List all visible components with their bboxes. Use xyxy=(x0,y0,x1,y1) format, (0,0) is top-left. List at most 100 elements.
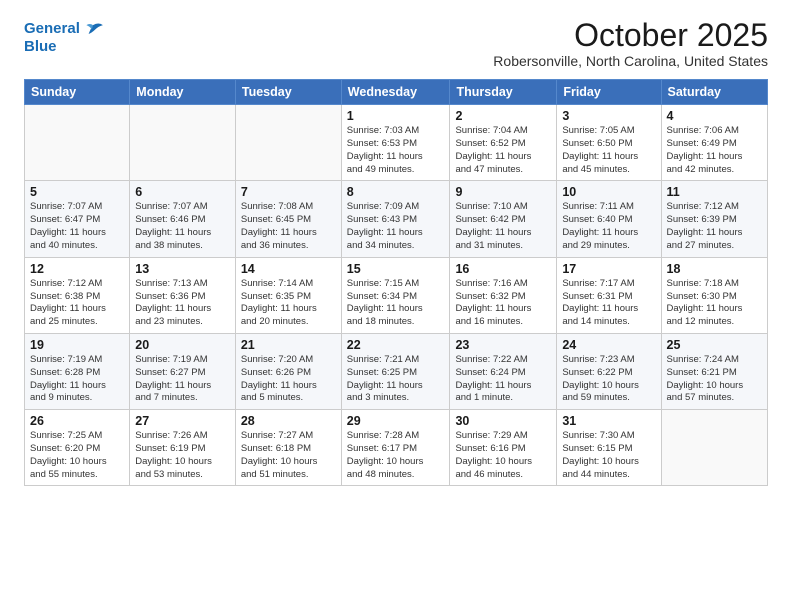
day-number: 25 xyxy=(667,338,762,352)
calendar-cell: 14 Sunrise: 7:14 AM Sunset: 6:35 PM Dayli… xyxy=(235,257,341,333)
day-info: Sunrise: 7:16 AM Sunset: 6:32 PM Dayligh… xyxy=(455,278,551,329)
day-info: Sunrise: 7:12 AM Sunset: 6:38 PM Dayligh… xyxy=(30,278,124,329)
day-number: 21 xyxy=(241,338,336,352)
calendar-week-row: 12 Sunrise: 7:12 AM Sunset: 6:38 PM Dayli… xyxy=(25,257,768,333)
calendar-cell: 5Sunrise: 7:07 AM Sunset: 6:47 PM Daylig… xyxy=(25,181,130,257)
calendar-subtitle: Robersonville, North Carolina, United St… xyxy=(493,53,768,69)
day-number: 19 xyxy=(30,338,124,352)
calendar-cell: 6 Sunrise: 7:07 AM Sunset: 6:46 PM Daylig… xyxy=(130,181,236,257)
day-info: Sunrise: 7:25 AM Sunset: 6:20 PM Dayligh… xyxy=(30,430,124,481)
day-number: 30 xyxy=(455,414,551,428)
day-number: 22 xyxy=(347,338,445,352)
logo: General Blue xyxy=(24,18,104,55)
day-number: 14 xyxy=(241,262,336,276)
calendar-cell: 7 Sunrise: 7:08 AM Sunset: 6:45 PM Daylig… xyxy=(235,181,341,257)
day-number: 28 xyxy=(241,414,336,428)
calendar-cell: 27 Sunrise: 7:26 AM Sunset: 6:19 PM Dayli… xyxy=(130,410,236,486)
day-number: 3 xyxy=(562,109,655,123)
day-info: Sunrise: 7:19 AM Sunset: 6:28 PM Dayligh… xyxy=(30,354,124,405)
day-info: Sunrise: 7:11 AM Sunset: 6:40 PM Dayligh… xyxy=(562,201,655,252)
day-number: 6 xyxy=(135,185,230,199)
calendar-cell: 11 Sunrise: 7:12 AM Sunset: 6:39 PM Dayli… xyxy=(661,181,767,257)
calendar-cell: 19 Sunrise: 7:19 AM Sunset: 6:28 PM Dayli… xyxy=(25,333,130,409)
day-number: 20 xyxy=(135,338,230,352)
day-number: 5 xyxy=(30,185,124,199)
day-info: Sunrise: 7:13 AM Sunset: 6:36 PM Dayligh… xyxy=(135,278,230,329)
day-number: 12 xyxy=(30,262,124,276)
day-number: 27 xyxy=(135,414,230,428)
day-header-saturday: Saturday xyxy=(661,80,767,105)
calendar-cell: 2Sunrise: 7:04 AM Sunset: 6:52 PM Daylig… xyxy=(450,105,557,181)
calendar-cell: 17 Sunrise: 7:17 AM Sunset: 6:31 PM Dayli… xyxy=(557,257,661,333)
calendar-cell: 3 Sunrise: 7:05 AM Sunset: 6:50 PM Daylig… xyxy=(557,105,661,181)
logo-bird-icon xyxy=(82,18,104,40)
title-block: October 2025 Robersonville, North Caroli… xyxy=(493,18,768,69)
calendar-cell: 1Sunrise: 7:03 AM Sunset: 6:53 PM Daylig… xyxy=(341,105,450,181)
day-number: 7 xyxy=(241,185,336,199)
day-info: Sunrise: 7:18 AM Sunset: 6:30 PM Dayligh… xyxy=(667,278,762,329)
calendar-week-row: 1Sunrise: 7:03 AM Sunset: 6:53 PM Daylig… xyxy=(25,105,768,181)
day-info: Sunrise: 7:23 AM Sunset: 6:22 PM Dayligh… xyxy=(562,354,655,405)
calendar-cell: 10 Sunrise: 7:11 AM Sunset: 6:40 PM Dayli… xyxy=(557,181,661,257)
calendar-cell xyxy=(235,105,341,181)
calendar-title: October 2025 xyxy=(493,18,768,53)
calendar-week-row: 19 Sunrise: 7:19 AM Sunset: 6:28 PM Dayli… xyxy=(25,333,768,409)
day-number: 16 xyxy=(455,262,551,276)
day-number: 15 xyxy=(347,262,445,276)
calendar-cell: 26 Sunrise: 7:25 AM Sunset: 6:20 PM Dayli… xyxy=(25,410,130,486)
calendar-cell: 16 Sunrise: 7:16 AM Sunset: 6:32 PM Dayli… xyxy=(450,257,557,333)
day-info: Sunrise: 7:08 AM Sunset: 6:45 PM Dayligh… xyxy=(241,201,336,252)
calendar-cell: 28 Sunrise: 7:27 AM Sunset: 6:18 PM Dayli… xyxy=(235,410,341,486)
calendar-cell: 4Sunrise: 7:06 AM Sunset: 6:49 PM Daylig… xyxy=(661,105,767,181)
calendar-cell: 29Sunrise: 7:28 AM Sunset: 6:17 PM Dayli… xyxy=(341,410,450,486)
day-number: 13 xyxy=(135,262,230,276)
calendar-table: SundayMondayTuesdayWednesdayThursdayFrid… xyxy=(24,79,768,486)
day-header-wednesday: Wednesday xyxy=(341,80,450,105)
day-info: Sunrise: 7:12 AM Sunset: 6:39 PM Dayligh… xyxy=(667,201,762,252)
day-info: Sunrise: 7:17 AM Sunset: 6:31 PM Dayligh… xyxy=(562,278,655,329)
calendar-cell xyxy=(25,105,130,181)
calendar-cell: 20Sunrise: 7:19 AM Sunset: 6:27 PM Dayli… xyxy=(130,333,236,409)
day-info: Sunrise: 7:07 AM Sunset: 6:46 PM Dayligh… xyxy=(135,201,230,252)
day-header-monday: Monday xyxy=(130,80,236,105)
day-info: Sunrise: 7:21 AM Sunset: 6:25 PM Dayligh… xyxy=(347,354,445,405)
day-number: 29 xyxy=(347,414,445,428)
header: General Blue October 2025 Robersonville,… xyxy=(24,18,768,69)
day-number: 10 xyxy=(562,185,655,199)
calendar-cell xyxy=(130,105,236,181)
calendar-cell: 15 Sunrise: 7:15 AM Sunset: 6:34 PM Dayli… xyxy=(341,257,450,333)
day-header-tuesday: Tuesday xyxy=(235,80,341,105)
calendar-cell: 21Sunrise: 7:20 AM Sunset: 6:26 PM Dayli… xyxy=(235,333,341,409)
day-info: Sunrise: 7:29 AM Sunset: 6:16 PM Dayligh… xyxy=(455,430,551,481)
day-header-thursday: Thursday xyxy=(450,80,557,105)
day-info: Sunrise: 7:24 AM Sunset: 6:21 PM Dayligh… xyxy=(667,354,762,405)
calendar-cell: 23Sunrise: 7:22 AM Sunset: 6:24 PM Dayli… xyxy=(450,333,557,409)
calendar-cell: 12 Sunrise: 7:12 AM Sunset: 6:38 PM Dayli… xyxy=(25,257,130,333)
day-number: 18 xyxy=(667,262,762,276)
day-info: Sunrise: 7:26 AM Sunset: 6:19 PM Dayligh… xyxy=(135,430,230,481)
day-number: 31 xyxy=(562,414,655,428)
day-info: Sunrise: 7:27 AM Sunset: 6:18 PM Dayligh… xyxy=(241,430,336,481)
day-number: 1 xyxy=(347,109,445,123)
calendar-cell: 9Sunrise: 7:10 AM Sunset: 6:42 PM Daylig… xyxy=(450,181,557,257)
calendar-cell: 8Sunrise: 7:09 AM Sunset: 6:43 PM Daylig… xyxy=(341,181,450,257)
day-info: Sunrise: 7:14 AM Sunset: 6:35 PM Dayligh… xyxy=(241,278,336,329)
day-info: Sunrise: 7:05 AM Sunset: 6:50 PM Dayligh… xyxy=(562,125,655,176)
day-number: 4 xyxy=(667,109,762,123)
day-number: 8 xyxy=(347,185,445,199)
calendar-cell: 13 Sunrise: 7:13 AM Sunset: 6:36 PM Dayli… xyxy=(130,257,236,333)
day-header-friday: Friday xyxy=(557,80,661,105)
calendar-cell: 18 Sunrise: 7:18 AM Sunset: 6:30 PM Dayli… xyxy=(661,257,767,333)
day-info: Sunrise: 7:22 AM Sunset: 6:24 PM Dayligh… xyxy=(455,354,551,405)
day-number: 26 xyxy=(30,414,124,428)
day-number: 9 xyxy=(455,185,551,199)
calendar-week-row: 26 Sunrise: 7:25 AM Sunset: 6:20 PM Dayli… xyxy=(25,410,768,486)
day-number: 17 xyxy=(562,262,655,276)
day-info: Sunrise: 7:30 AM Sunset: 6:15 PM Dayligh… xyxy=(562,430,655,481)
day-number: 24 xyxy=(562,338,655,352)
day-info: Sunrise: 7:15 AM Sunset: 6:34 PM Dayligh… xyxy=(347,278,445,329)
page: General Blue October 2025 Robersonville,… xyxy=(0,0,792,612)
logo-blue-text: Blue xyxy=(24,38,104,55)
day-header-sunday: Sunday xyxy=(25,80,130,105)
day-number: 11 xyxy=(667,185,762,199)
